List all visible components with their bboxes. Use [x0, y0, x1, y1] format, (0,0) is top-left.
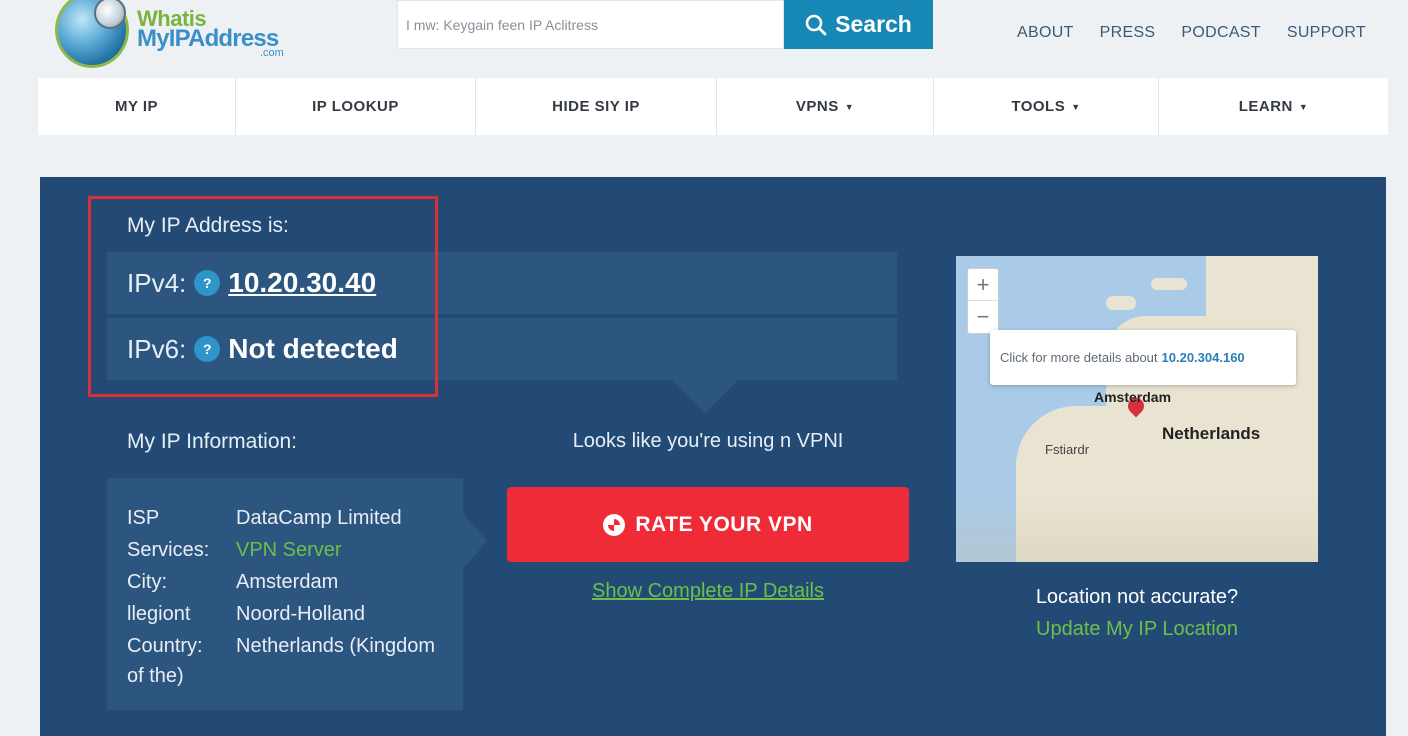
nav-item-ip-lookup[interactable]: IP LOOKUP [236, 78, 476, 135]
nav-item-hide-my-ip[interactable]: HIDE SIY IP [476, 78, 717, 135]
nav-item-learn[interactable]: LEARN ▼ [1159, 78, 1388, 135]
info-value: Netherlands (Kingdom [236, 635, 435, 657]
zoom-out-button[interactable]: − [968, 301, 998, 333]
nav-item-tools[interactable]: TOOLS ▼ [934, 78, 1159, 135]
rate-button-label: RATE YOUR VPN [635, 512, 813, 536]
info-key: Country: [127, 635, 203, 657]
ip-info-box: ISP DataCamp Limited Services: VPN Serve… [107, 478, 463, 710]
nav-item-my-ip[interactable]: MY IP [38, 78, 236, 135]
nav-label: HIDE SIY IP [552, 98, 640, 115]
map-tooltip[interactable]: Click for more details about 10.20.304.1… [990, 330, 1296, 385]
search-input-text: I mw: Keygain feen IP Aclitress [406, 16, 598, 33]
highlight-frame [88, 196, 438, 397]
info-key: Services: [127, 539, 210, 561]
info-value: Amsterdam [236, 571, 339, 593]
logo-text-com: .com [260, 47, 284, 59]
caret-down-icon: ▼ [1071, 101, 1081, 112]
info-key: City: [127, 571, 167, 593]
nav-item-vpns[interactable]: VPNS ▼ [717, 78, 934, 135]
pointer-arrow [463, 513, 487, 569]
map-tooltip-text: Click for more details about [1000, 350, 1158, 365]
site-logo[interactable]: Whatis MyIPAddress .com [55, 0, 305, 70]
caret-down-icon: ▼ [1298, 101, 1309, 112]
info-value: DataCamp Limited [236, 507, 402, 529]
info-row-isp: ISP DataCamp Limited [127, 502, 463, 534]
info-row-city: City: Amsterdam [127, 566, 463, 598]
top-links: ABOUT PRESS PODCAST SUPPORT [1017, 24, 1366, 42]
info-row-region: llegiont Noord-Holland [127, 598, 463, 630]
info-value: Noord-Holland [236, 603, 365, 625]
zoom-in-button[interactable]: + [968, 269, 998, 301]
info-row-services: Services: VPN Server [127, 534, 463, 566]
ip-info-title: My IP Information: [127, 430, 298, 453]
search-input[interactable]: I mw: Keygain feen IP Aclitress [397, 0, 784, 49]
nav-label: TOOLS [1011, 98, 1066, 115]
search-button-label: Search [835, 11, 912, 37]
info-value[interactable]: VPN Server [236, 534, 463, 566]
nav-label: IP LOOKUP [312, 98, 399, 115]
info-country-continuation: of the) [127, 665, 184, 687]
vpn-shield-icon [603, 513, 626, 536]
nav-label: MY IP [114, 98, 159, 115]
map-tooltip-ip: 10.20.304.160 [1161, 350, 1245, 365]
logo-text-myipaddress: MyIPAddress [137, 25, 279, 52]
update-location-link[interactable]: Update My IP Location [956, 618, 1318, 641]
vpn-notice: Looks like you're using n VPNI [572, 430, 844, 452]
main-nav: MY IP IP LOOKUP HIDE SIY IP VPNS ▼ TOOLS ▼… [38, 78, 1388, 135]
map-label-country: Netherlands [1162, 424, 1261, 443]
info-key: ISP [127, 507, 160, 529]
support-link[interactable]: SUPPORT [1287, 24, 1366, 42]
nav-label: VPNS [795, 98, 839, 115]
press-link[interactable]: PRESS [1100, 24, 1156, 42]
location-question: Location not accurate? [1035, 586, 1239, 608]
globe-logo-icon [55, 0, 129, 68]
info-row-country: Country: Netherlands (Kingdom [127, 630, 463, 662]
info-key: llegiont [127, 603, 191, 625]
podcast-link[interactable]: PODCAST [1181, 24, 1260, 42]
nav-label: LEARN [1238, 98, 1293, 115]
show-ip-details-link[interactable]: Show Complete IP Details [507, 580, 909, 603]
map-zoom-control: + − [967, 268, 999, 334]
search-icon [805, 14, 827, 35]
map-label-rot: Fstiardr [1045, 442, 1090, 457]
caret-down-icon: ▼ [844, 101, 855, 112]
rate-your-vpn-button[interactable]: RATE YOUR VPN [507, 487, 909, 562]
map-label-city: Amsterdam [1094, 389, 1172, 405]
search-button[interactable]: Search [784, 0, 933, 49]
about-link[interactable]: ABOUT [1017, 24, 1074, 42]
pointer-arrow [672, 380, 738, 413]
